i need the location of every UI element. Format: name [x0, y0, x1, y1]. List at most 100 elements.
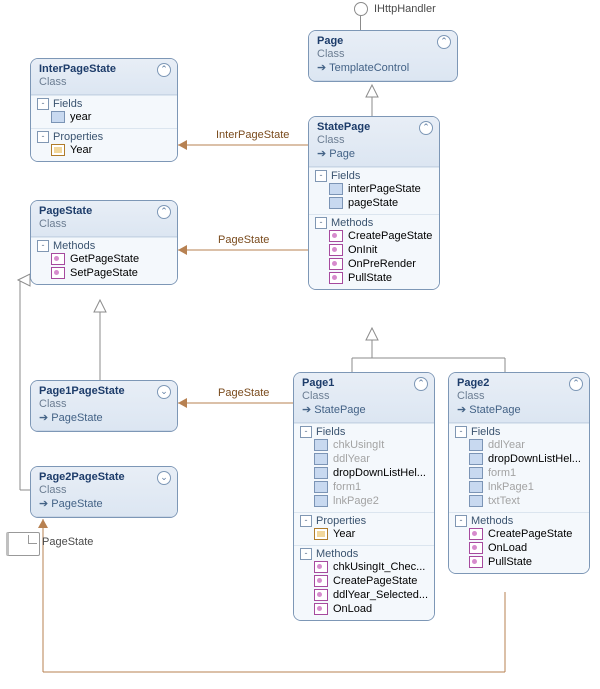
field-item[interactable]: txtText — [455, 494, 583, 508]
field-icon — [329, 197, 343, 209]
section-methods[interactable]: -Methods — [315, 217, 433, 229]
section-properties[interactable]: -Properties — [37, 131, 171, 143]
class-page1pagestate[interactable]: ⌄ Page1PageState Class ➔ PageState — [30, 380, 178, 432]
section-methods[interactable]: -Methods — [455, 515, 583, 527]
class-base: ➔ StatePage — [457, 403, 583, 416]
property-item[interactable]: Year — [300, 527, 428, 541]
field-icon — [51, 111, 65, 123]
class-interpagestate[interactable]: ⌃ InterPageState Class -Fields year -Pro… — [30, 58, 178, 162]
method-icon — [469, 556, 483, 568]
class-page[interactable]: ⌃ Page Class ➔ TemplateControl — [308, 30, 458, 82]
field-item[interactable]: year — [37, 110, 171, 124]
field-icon — [469, 439, 483, 451]
method-item[interactable]: CreatePageState — [300, 574, 428, 588]
method-icon — [469, 542, 483, 554]
field-item[interactable]: dropDownListHel... — [455, 452, 583, 466]
field-item[interactable]: lnkPage1 — [455, 480, 583, 494]
method-item[interactable]: PullState — [315, 271, 433, 285]
method-item[interactable]: chkUsingIt_Chec... — [300, 560, 428, 574]
field-item[interactable]: form1 — [455, 466, 583, 480]
section-fields[interactable]: -Fields — [455, 426, 583, 438]
method-icon — [329, 244, 343, 256]
class-page1[interactable]: ⌃ Page1 Class ➔ StatePage -Fields chkUsi… — [293, 372, 435, 621]
field-icon — [469, 467, 483, 479]
assoc-label-pagestate-3: PageState — [42, 536, 93, 548]
method-item[interactable]: OnLoad — [300, 602, 428, 616]
method-item[interactable]: SetPageState — [37, 266, 171, 280]
class-kind: Class — [302, 390, 428, 402]
method-icon — [314, 575, 328, 587]
class-kind: Class — [317, 134, 433, 146]
method-icon — [469, 528, 483, 540]
collapse-icon[interactable]: ⌃ — [157, 205, 171, 219]
field-item[interactable]: lnkPage2 — [300, 494, 428, 508]
assoc-label-interpagestate: InterPageState — [216, 129, 289, 141]
class-title: InterPageState — [39, 63, 171, 75]
field-item[interactable]: chkUsingIt — [300, 438, 428, 452]
note-icon — [6, 532, 40, 556]
collapse-icon[interactable]: ⌃ — [437, 35, 451, 49]
section-methods[interactable]: -Methods — [37, 240, 171, 252]
class-page2[interactable]: ⌃ Page2 Class ➔ StatePage -Fields ddlYea… — [448, 372, 590, 574]
field-item[interactable]: form1 — [300, 480, 428, 494]
section-properties[interactable]: -Properties — [300, 515, 428, 527]
class-base: ➔ PageState — [39, 497, 171, 510]
method-item[interactable]: GetPageState — [37, 252, 171, 266]
class-base: ➔ PageState — [39, 411, 171, 424]
class-base: ➔ StatePage — [302, 403, 428, 416]
section-fields[interactable]: -Fields — [37, 98, 171, 110]
interface-lollipop — [354, 2, 368, 16]
section-methods[interactable]: -Methods — [300, 548, 428, 560]
class-kind: Class — [39, 76, 171, 88]
class-statepage[interactable]: ⌃ StatePage Class ➔ Page -Fields interPa… — [308, 116, 440, 290]
method-icon — [329, 258, 343, 270]
interface-stem — [360, 16, 361, 30]
method-item[interactable]: PullState — [455, 555, 583, 569]
method-item[interactable]: ddlYear_Selected... — [300, 588, 428, 602]
field-item[interactable]: ddlYear — [455, 438, 583, 452]
method-item[interactable]: OnPreRender — [315, 257, 433, 271]
section-fields[interactable]: -Fields — [300, 426, 428, 438]
assoc-label-pagestate-2: PageState — [218, 387, 269, 399]
class-base: ➔ Page — [317, 147, 433, 160]
field-icon — [314, 495, 328, 507]
interface-label: IHttpHandler — [374, 3, 436, 15]
class-title: Page2 — [457, 377, 583, 389]
property-item[interactable]: Year — [37, 143, 171, 157]
class-kind: Class — [39, 484, 171, 496]
field-icon — [469, 495, 483, 507]
property-icon — [51, 144, 65, 156]
field-item[interactable]: ddlYear — [300, 452, 428, 466]
method-icon — [51, 253, 65, 265]
property-icon — [314, 528, 328, 540]
method-icon — [314, 561, 328, 573]
class-pagestate[interactable]: ⌃ PageState Class -Methods GetPageState … — [30, 200, 178, 285]
method-icon — [51, 267, 65, 279]
field-icon — [314, 467, 328, 479]
field-item[interactable]: interPageState — [315, 182, 433, 196]
class-title: PageState — [39, 205, 171, 217]
method-item[interactable]: CreatePageState — [455, 527, 583, 541]
expand-icon[interactable]: ⌄ — [157, 385, 171, 399]
collapse-icon[interactable]: ⌃ — [157, 63, 171, 77]
expand-icon[interactable]: ⌄ — [157, 471, 171, 485]
field-icon — [469, 481, 483, 493]
class-title: Page1PageState — [39, 385, 171, 397]
field-item[interactable]: pageState — [315, 196, 433, 210]
section-fields[interactable]: -Fields — [315, 170, 433, 182]
field-item[interactable]: dropDownListHel... — [300, 466, 428, 480]
class-title: Page2PageState — [39, 471, 171, 483]
method-item[interactable]: OnLoad — [455, 541, 583, 555]
collapse-icon[interactable]: ⌃ — [414, 377, 428, 391]
method-item[interactable]: OnInit — [315, 243, 433, 257]
field-icon — [329, 183, 343, 195]
class-kind: Class — [39, 218, 171, 230]
field-icon — [314, 453, 328, 465]
field-icon — [314, 481, 328, 493]
collapse-icon[interactable]: ⌃ — [419, 121, 433, 135]
method-item[interactable]: CreatePageState — [315, 229, 433, 243]
class-page2pagestate[interactable]: ⌄ Page2PageState Class ➔ PageState — [30, 466, 178, 518]
collapse-icon[interactable]: ⌃ — [569, 377, 583, 391]
class-title: Page — [317, 35, 451, 47]
method-icon — [329, 272, 343, 284]
